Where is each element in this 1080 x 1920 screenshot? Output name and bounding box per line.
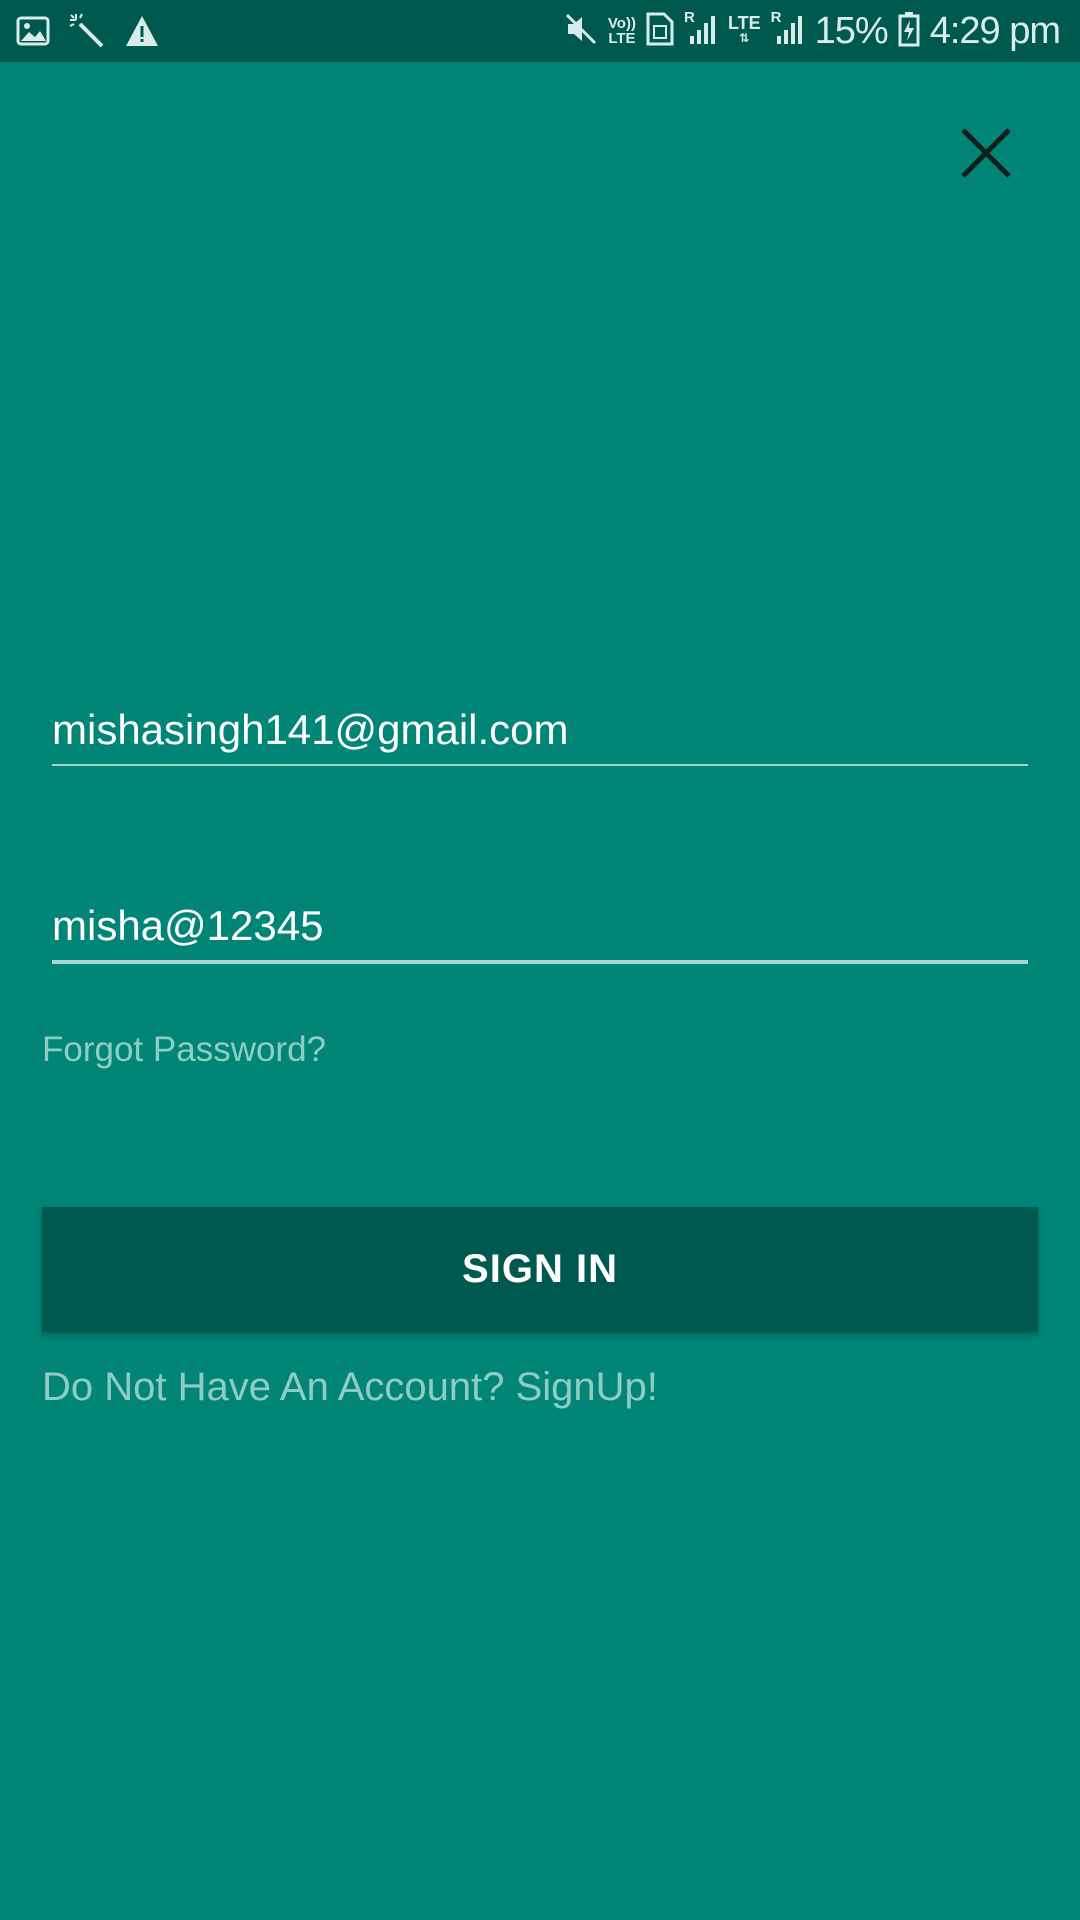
password-underline xyxy=(52,960,1028,964)
signup-link[interactable]: Do Not Have An Account? SignUp! xyxy=(42,1365,658,1410)
close-button[interactable] xyxy=(955,122,1017,184)
signal-icon-1: R xyxy=(684,10,718,51)
battery-percent: 15% xyxy=(814,9,889,52)
sim-card-icon xyxy=(646,12,674,51)
password-field-container xyxy=(52,898,1028,964)
image-icon xyxy=(16,14,50,53)
warning-icon xyxy=(124,14,160,53)
close-icon xyxy=(961,128,1011,178)
password-field[interactable] xyxy=(52,898,1028,954)
status-right-icons: Vo)) LTE R LTE ⇅ R 15% 4:29 pm xyxy=(564,6,1061,56)
email-field-container xyxy=(52,702,1028,766)
status-time: 4:29 pm xyxy=(929,9,1061,52)
battery-charging-icon xyxy=(898,11,920,52)
mute-icon xyxy=(564,12,598,51)
lte-indicator: LTE ⇅ xyxy=(727,13,761,45)
status-left-icons xyxy=(16,12,160,55)
email-field[interactable] xyxy=(52,702,1028,758)
email-underline xyxy=(52,764,1028,766)
status-bar: Vo)) LTE R LTE ⇅ R 15% 4:29 pm xyxy=(0,0,1080,62)
login-screen: Vo)) LTE R LTE ⇅ R 15% 4:29 pm mishasing… xyxy=(0,0,1080,1920)
signal-icon-2: R xyxy=(771,10,805,51)
volte-indicator: Vo)) LTE xyxy=(607,15,636,47)
forgot-password-link[interactable]: Forgot Password? xyxy=(42,1030,326,1070)
magic-wand-icon xyxy=(68,12,106,55)
sign-in-button[interactable]: SIGN IN xyxy=(42,1207,1038,1332)
